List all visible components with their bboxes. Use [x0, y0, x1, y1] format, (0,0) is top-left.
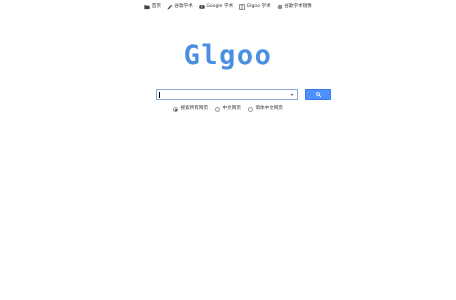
- search-row: [156, 89, 331, 101]
- nav-item-scholar-mirror[interactable]: 谷歌学术镜像: [277, 4, 312, 10]
- chevron-down-icon[interactable]: [289, 92, 295, 98]
- option-chinese-pages[interactable]: 中文网页: [215, 105, 241, 113]
- youtube-icon: [199, 4, 205, 10]
- option-label: 搜索所有网页: [180, 106, 209, 111]
- nav-item-label: 首页: [151, 4, 161, 9]
- folder-icon: [144, 4, 150, 10]
- top-nav: 首页 谷歌学术 Google 学术 Glgoo 学术 谷歌学术镜像: [0, 2, 456, 12]
- nav-item-google-scholar-cn[interactable]: 谷歌学术: [167, 4, 193, 10]
- nav-item-label: Google 学术: [206, 4, 234, 9]
- radio-chinese-pages[interactable]: [215, 106, 221, 112]
- book-icon: [239, 4, 245, 10]
- search-input[interactable]: [159, 90, 287, 99]
- search-scope-options: 搜索所有网页 中文网页 简体中文网页: [0, 105, 456, 113]
- logo: Glgoo: [0, 40, 456, 72]
- search-button[interactable]: [305, 89, 331, 100]
- nav-item-label: Glgoo 学术: [246, 4, 271, 9]
- nav-item-home[interactable]: 首页: [144, 4, 161, 10]
- nav-item-glgoo-scholar[interactable]: Glgoo 学术: [239, 4, 271, 10]
- page: 首页 谷歌学术 Google 学术 Glgoo 学术 谷歌学术镜像 Glgoo …: [0, 0, 456, 300]
- text-caret: [159, 91, 160, 98]
- radio-simplified-chinese-pages[interactable]: [247, 106, 253, 112]
- gear-icon: [277, 4, 283, 10]
- option-label: 简体中文网页: [255, 106, 284, 111]
- pencil-icon: [167, 4, 173, 10]
- nav-item-label: 谷歌学术: [174, 4, 193, 9]
- nav-item-google-scholar[interactable]: Google 学术: [199, 4, 233, 10]
- radio-all-pages[interactable]: [172, 106, 178, 112]
- search-icon: [315, 92, 321, 97]
- logo-text: Glgoo: [183, 40, 273, 71]
- option-simplified-chinese-pages[interactable]: 简体中文网页: [247, 105, 284, 113]
- option-label: 中文网页: [222, 106, 241, 111]
- nav-item-label: 谷歌学术镜像: [284, 4, 312, 9]
- search-box[interactable]: [156, 89, 298, 100]
- option-all-pages[interactable]: 搜索所有网页: [172, 105, 209, 113]
